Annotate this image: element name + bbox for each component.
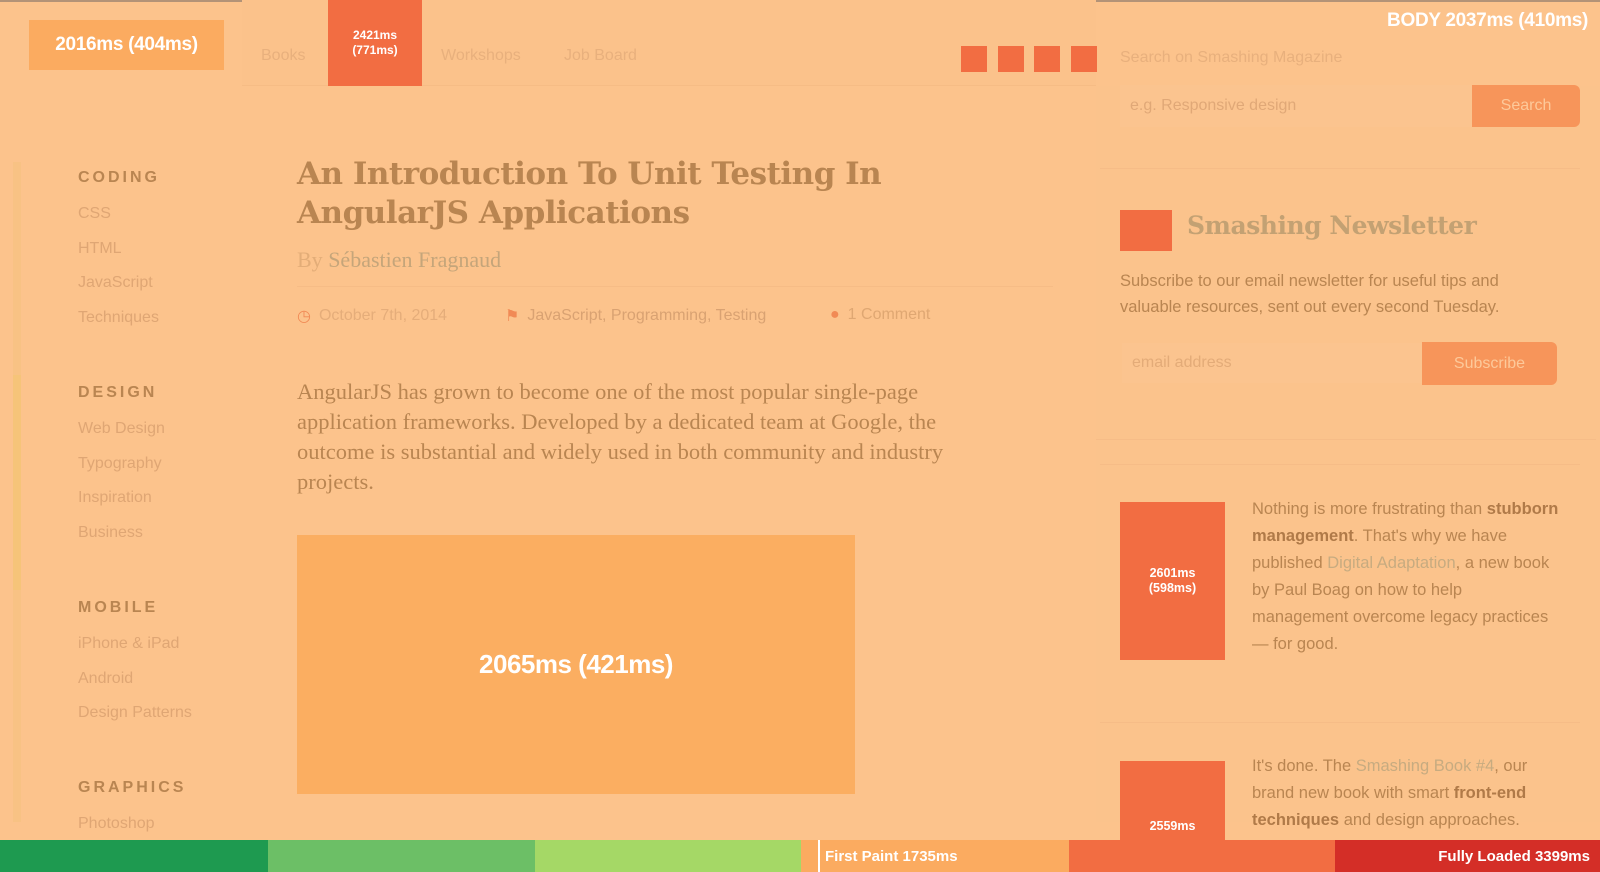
- social-icon-1[interactable]: [961, 46, 987, 72]
- byline: By Sébastien Fragnaud: [297, 247, 501, 273]
- promo-text-part: It's done. The: [1252, 757, 1356, 775]
- sidebar-link-web-design[interactable]: Web Design: [78, 420, 165, 438]
- nav-timing-overlay[interactable]: 2421ms (771ms): [328, 0, 422, 86]
- logo-timing-overlay[interactable]: 2016ms (404ms): [29, 20, 224, 70]
- divider: [1100, 722, 1580, 723]
- clock-icon: ◷: [297, 308, 311, 325]
- sidebar-link-techniques[interactable]: Techniques: [78, 309, 159, 327]
- divider: [1100, 464, 1580, 465]
- scrollbar-thumb[interactable]: [13, 375, 21, 590]
- subscribe-button[interactable]: Subscribe: [1422, 342, 1557, 385]
- hero-image-timing-overlay[interactable]: 2065ms (421ms): [297, 535, 855, 794]
- nav-overlay-time: 2421ms: [352, 28, 398, 42]
- search-input[interactable]: [1120, 85, 1472, 127]
- category-heading-graphics: GRAPHICS: [78, 779, 187, 796]
- promo-time: 2601ms: [1149, 566, 1196, 580]
- byline-prefix: By: [297, 247, 323, 272]
- category-heading-design: DESIGN: [78, 384, 158, 401]
- sidebar-link-html[interactable]: HTML: [78, 240, 122, 258]
- promo-text: Nothing is more frustrating than stubbor…: [1252, 496, 1562, 658]
- sidebar-link-typography[interactable]: Typography: [78, 455, 162, 473]
- fully-loaded-segment: Fully Loaded 3399ms: [1335, 840, 1600, 872]
- nav-item-job-board[interactable]: Job Board: [564, 47, 637, 65]
- promo-delta: (598ms): [1148, 581, 1197, 595]
- sidebar-link-javascript[interactable]: JavaScript: [78, 274, 153, 292]
- promo-text: It's done. The Smashing Book #4, our bra…: [1252, 753, 1562, 834]
- promo-time: 2559ms: [1149, 819, 1196, 833]
- social-icon-2[interactable]: [998, 46, 1024, 72]
- divider: [297, 286, 1053, 287]
- date-text: October 7th, 2014: [318, 307, 448, 324]
- article-excerpt: AngularJS has grown to become one of the…: [297, 379, 944, 494]
- timeline-segment: [1069, 840, 1335, 872]
- category-heading-coding: CODING: [78, 169, 160, 186]
- newsletter-title: Smashing Newsletter: [1187, 211, 1477, 240]
- timeline-segment: [0, 840, 268, 872]
- divider: [1096, 439, 1596, 440]
- email-input[interactable]: [1122, 343, 1422, 383]
- timeline-segment: [535, 840, 801, 872]
- social-icon-4[interactable]: [1071, 46, 1097, 72]
- comment-bubble-icon: ●: [830, 306, 840, 323]
- article-date: ◷ October 7th, 2014: [297, 306, 447, 326]
- body-timing-label: BODY 2037ms (410ms): [1387, 10, 1588, 31]
- promo-text-part: Nothing is more frustrating than: [1252, 500, 1487, 518]
- article-title[interactable]: An Introduction To Unit Testing In Angul…: [297, 155, 1017, 233]
- first-paint-label: First Paint 1735ms: [825, 847, 958, 865]
- search-label: Search on Smashing Magazine: [1120, 49, 1343, 66]
- sidebar-link-photoshop[interactable]: Photoshop: [78, 815, 155, 833]
- timeline-segment: [268, 840, 535, 872]
- sidebar-link-business[interactable]: Business: [78, 524, 143, 542]
- bookmark-icon: ⚑: [505, 308, 520, 325]
- article-comments[interactable]: ● 1 Comment: [830, 306, 930, 324]
- nav-item-workshops[interactable]: Workshops: [441, 47, 521, 65]
- promo-image-timing-overlay[interactable]: 2601ms (598ms): [1120, 502, 1225, 660]
- load-timeline: First Paint 1735ms Fully Loaded 3399ms: [0, 840, 1600, 872]
- first-paint-segment: First Paint 1735ms: [801, 840, 1069, 872]
- sidebar-link-design-patterns[interactable]: Design Patterns: [78, 704, 192, 722]
- fully-loaded-label: Fully Loaded 3399ms: [1438, 847, 1590, 865]
- nav-overlay-delta: (771ms): [352, 43, 398, 57]
- social-icon-3[interactable]: [1034, 46, 1060, 72]
- promo-text-part: and design approaches.: [1339, 811, 1520, 829]
- article-categories[interactable]: ⚑ JavaScript, Programming, Testing: [505, 306, 766, 326]
- author-link[interactable]: Sébastien Fragnaud: [328, 247, 501, 272]
- promo-image-timing-overlay[interactable]: 2559ms: [1120, 761, 1225, 840]
- sidebar-link-iphone-ipad[interactable]: iPhone & iPad: [78, 635, 179, 653]
- search-button[interactable]: Search: [1472, 85, 1580, 127]
- divider: [1100, 168, 1580, 169]
- categories-text[interactable]: JavaScript, Programming, Testing: [527, 307, 766, 325]
- sidebar-link-css[interactable]: CSS: [78, 205, 111, 223]
- promo-link-smashing-book[interactable]: Smashing Book #4: [1356, 757, 1495, 775]
- sidebar-link-inspiration[interactable]: Inspiration: [78, 489, 152, 507]
- promo-link-digital-adaptation[interactable]: Digital Adaptation: [1327, 554, 1455, 572]
- sidebar-link-android[interactable]: Android: [78, 670, 133, 688]
- first-paint-marker: [818, 840, 820, 872]
- newsletter-description: Subscribe to our email newsletter for us…: [1120, 272, 1500, 316]
- nav-item-books[interactable]: Books: [261, 47, 305, 65]
- category-heading-mobile: MOBILE: [78, 599, 159, 616]
- newsletter-icon: [1120, 210, 1172, 251]
- right-sidebar: [1096, 86, 1600, 822]
- comments-text[interactable]: 1 Comment: [848, 306, 931, 324]
